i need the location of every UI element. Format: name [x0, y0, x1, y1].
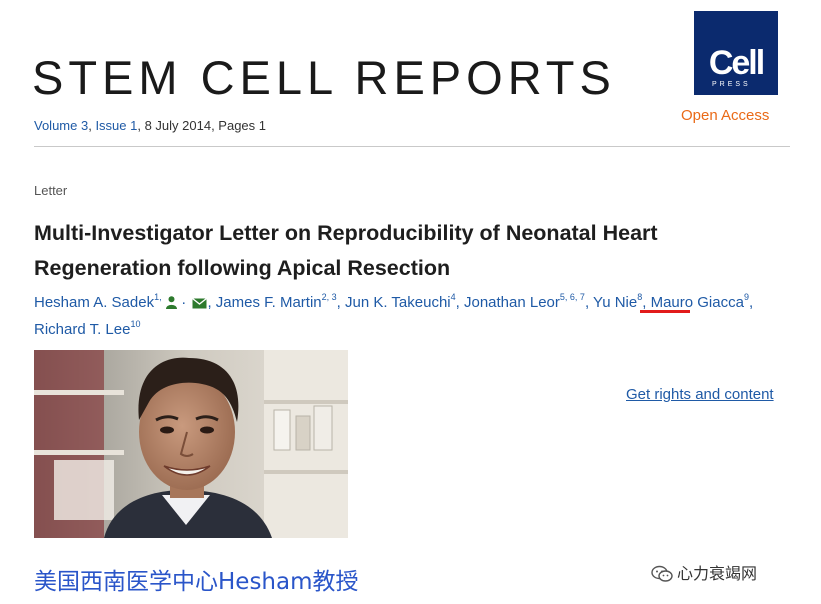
- article-title: Multi-Investigator Letter on Reproducibi…: [34, 221, 658, 280]
- highlight-underline: [640, 310, 690, 313]
- header-divider: [34, 146, 790, 147]
- cell-press-logo[interactable]: Cell PRESS: [694, 11, 778, 95]
- person-icon[interactable]: [166, 292, 178, 317]
- logo-word: Cell: [708, 44, 765, 82]
- author-affiliation[interactable]: 1,: [154, 292, 164, 302]
- author-link[interactable]: Mauro Giacca: [651, 294, 744, 311]
- wechat-icon: [651, 565, 673, 587]
- volume-link[interactable]: Volume 3: [34, 118, 88, 133]
- author-affiliation[interactable]: 2, 3: [322, 292, 337, 302]
- open-access-label: Open Access: [681, 107, 770, 124]
- email-icon[interactable]: [192, 292, 208, 317]
- author-link[interactable]: Jonathan Leor: [464, 294, 560, 311]
- author-photo: [34, 350, 348, 538]
- author-link[interactable]: Jun K. Takeuchi: [345, 294, 451, 311]
- get-rights-link[interactable]: Get rights and content: [626, 386, 774, 403]
- author-affiliation[interactable]: 10: [130, 319, 140, 329]
- watermark-text: 心力衰竭网: [677, 564, 758, 583]
- photo-caption: 美国西南医学中心Hesham教授: [34, 569, 359, 595]
- citation-rest: , 8 July 2014, Pages 1: [137, 118, 267, 133]
- author-affiliation[interactable]: 5, 6, 7: [560, 292, 585, 302]
- logo-press: PRESS: [712, 81, 751, 88]
- author-link[interactable]: Richard T. Lee: [34, 321, 130, 338]
- icon-sep: ·: [177, 294, 191, 311]
- issue-link[interactable]: Issue 1: [95, 118, 137, 133]
- author-link[interactable]: Hesham A. Sadek: [34, 294, 154, 311]
- watermark: 心力衰竭网: [651, 560, 757, 587]
- author-list: Hesham A. Sadek1, · , James F. Martin2, …: [34, 292, 754, 339]
- citation: Volume 3, Issue 1, 8 July 2014, Pages 1: [34, 118, 266, 133]
- journal-title: STEM CELL REPORTS: [32, 51, 616, 104]
- author-link-yu-nie[interactable]: Yu Nie: [593, 294, 637, 311]
- article-type: Letter: [34, 183, 68, 198]
- author-link[interactable]: James F. Martin: [216, 294, 322, 311]
